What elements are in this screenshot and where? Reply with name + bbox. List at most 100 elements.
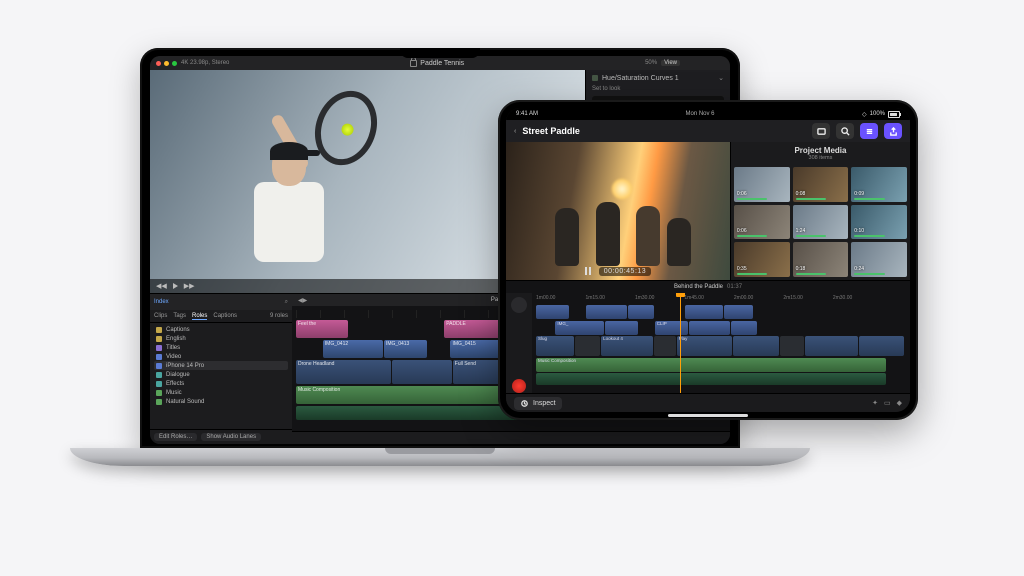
timeline-clip[interactable]: IMG_ [555, 321, 603, 335]
role-item[interactable]: iPhone 14 Pro [154, 361, 288, 370]
timeline-clip[interactable] [724, 305, 754, 319]
timeline-clip[interactable] [392, 360, 452, 384]
role-item[interactable]: Natural Sound [154, 397, 288, 406]
tools-button[interactable] [860, 123, 878, 139]
role-item[interactable]: Effects [154, 379, 288, 388]
timeline-clip[interactable] [586, 305, 627, 319]
media-thumbnail[interactable]: 0:24 [851, 242, 907, 277]
ipad-timeline-ruler[interactable]: 1m00.001m15.001m30.001m45.002m00.002m15.… [536, 295, 904, 303]
timeline-clip[interactable] [731, 321, 757, 335]
ipad-wave-lane[interactable] [536, 373, 904, 385]
ipad-timeline[interactable]: Behind the Paddle 01:37 1m00.001m15.001m… [506, 280, 910, 393]
role-label: Dialogue [166, 372, 190, 378]
timeline-clip[interactable] [628, 305, 654, 319]
media-title: Project Media [794, 146, 846, 155]
timeline-clip[interactable] [536, 305, 569, 319]
mac-titlebar: 4K 23.98p, Stereo Paddle Tennis 50% View [150, 56, 730, 70]
keyframe-icon[interactable]: ◆ [897, 399, 902, 407]
timeline-clip[interactable]: IMG_0412 [323, 340, 383, 358]
clip-icon[interactable]: ▭ [884, 399, 891, 407]
pause-icon[interactable] [585, 267, 591, 275]
close-icon[interactable] [156, 61, 161, 66]
macbook-base [70, 448, 810, 466]
show-audio-lanes-button[interactable]: Show Audio Lanes [201, 433, 261, 441]
media-thumbnail[interactable]: 0:35 [734, 242, 790, 277]
media-thumbnail[interactable]: 0:09 [851, 167, 907, 202]
role-item[interactable]: Music [154, 388, 288, 397]
history-fwd-icon[interactable]: ▶ [303, 297, 308, 304]
role-item[interactable]: Titles [154, 343, 288, 352]
timeline-clip[interactable] [859, 336, 904, 356]
ipad-viewer[interactable]: 00:00:45:13 [506, 142, 730, 280]
media-thumbnail[interactable]: 0:10 [851, 205, 907, 240]
timeline-clip[interactable]: IMG_0413 [384, 340, 427, 358]
jog-wheel[interactable] [511, 297, 527, 313]
tab-tags[interactable]: Tags [173, 313, 186, 319]
timeline-clip[interactable] [689, 321, 730, 335]
role-item[interactable]: English [154, 334, 288, 343]
back-icon[interactable]: ◀◀ [156, 282, 167, 290]
tab-roles[interactable]: Roles [192, 313, 207, 320]
media-thumbnail[interactable]: 0:06 [734, 205, 790, 240]
ipad-conn-lane-2[interactable]: IMG_ CLIP [536, 321, 904, 335]
ipad-project-title: Street Paddle [522, 126, 580, 136]
search-icon[interactable]: ⌕ [285, 299, 288, 306]
share-button[interactable] [884, 123, 902, 139]
inspect-button[interactable]: Inspect [514, 397, 562, 410]
timeline-clip[interactable]: Slug [536, 336, 574, 356]
project-title: Paddle Tennis [410, 60, 464, 67]
timeline-clip[interactable] [654, 336, 675, 356]
role-item[interactable]: Video [154, 352, 288, 361]
play-icon[interactable] [173, 283, 178, 289]
wand-icon[interactable]: ✦ [872, 399, 878, 407]
ipad-conn-lane-1[interactable] [536, 305, 904, 319]
media-thumbnail[interactable]: 1:24 [793, 205, 849, 240]
edit-roles-button[interactable]: Edit Roles… [154, 433, 197, 441]
index-tab[interactable]: Index [154, 299, 169, 305]
timeline-clip[interactable]: PADDLE [444, 320, 504, 338]
minimize-icon[interactable] [164, 61, 169, 66]
role-item[interactable]: Captions [154, 325, 288, 334]
back-chevron-icon[interactable]: ‹ [514, 128, 516, 135]
ipad-music-lane[interactable]: Music Composition [536, 358, 904, 372]
timeline-clip[interactable]: Play [677, 336, 733, 356]
ipad-tracks[interactable]: 1m00.001m15.001m30.001m45.002m00.002m15.… [506, 293, 910, 393]
ruler-mark: 1m30.00 [635, 295, 654, 303]
window-controls[interactable] [156, 61, 177, 66]
timeline-clip[interactable] [605, 321, 638, 335]
media-grid[interactable]: 0:060:080:09 0:061:240:10 0:350:180:24 [731, 164, 910, 280]
timeline-clip[interactable] [575, 336, 600, 356]
tab-captions[interactable]: Captions [213, 313, 237, 319]
timeline-clip[interactable]: Music Composition [536, 358, 886, 372]
media-thumbnail[interactable]: 0:06 [734, 167, 790, 202]
ipad-primary-lane[interactable]: Slug Lookout 4 Play [536, 336, 904, 356]
timeline-clip[interactable]: Drone Headland [296, 360, 391, 384]
view-menu[interactable]: View [661, 60, 680, 66]
media-thumbnail[interactable]: 0:08 [793, 167, 849, 202]
search-button[interactable] [836, 123, 854, 139]
ipad-timecode: 00:00:45:13 [599, 267, 651, 276]
scale-label[interactable]: 50% [645, 60, 657, 66]
timeline-clip[interactable]: Lookout 4 [601, 336, 653, 356]
ruler-mark: 2m15.00 [783, 295, 802, 303]
tab-clips[interactable]: Clips [154, 313, 167, 319]
timeline-clip[interactable] [685, 305, 722, 319]
timeline-clip[interactable]: Feel the [296, 320, 348, 338]
ipad-media-browser: Project Media 308 items 0:060:080:090:06… [730, 142, 910, 280]
fullscreen-icon[interactable] [172, 61, 177, 66]
record-button[interactable] [512, 379, 526, 393]
timeline-clip[interactable] [780, 336, 805, 356]
timeline-clip[interactable] [805, 336, 857, 356]
role-item[interactable]: Dialogue [154, 370, 288, 379]
timeline-clip[interactable]: CLIP [655, 321, 688, 335]
library-button[interactable] [812, 123, 830, 139]
timeline-clip[interactable] [536, 373, 886, 385]
role-label: iPhone 14 Pro [166, 363, 204, 369]
chevron-down-icon[interactable]: ⌄ [718, 74, 724, 82]
media-thumbnail[interactable]: 0:18 [793, 242, 849, 277]
fwd-icon[interactable]: ▶▶ [184, 282, 195, 290]
timeline-clip[interactable] [733, 336, 778, 356]
viewer-illustration [611, 178, 633, 200]
role-label: Titles [166, 345, 180, 351]
playhead[interactable] [680, 293, 681, 393]
